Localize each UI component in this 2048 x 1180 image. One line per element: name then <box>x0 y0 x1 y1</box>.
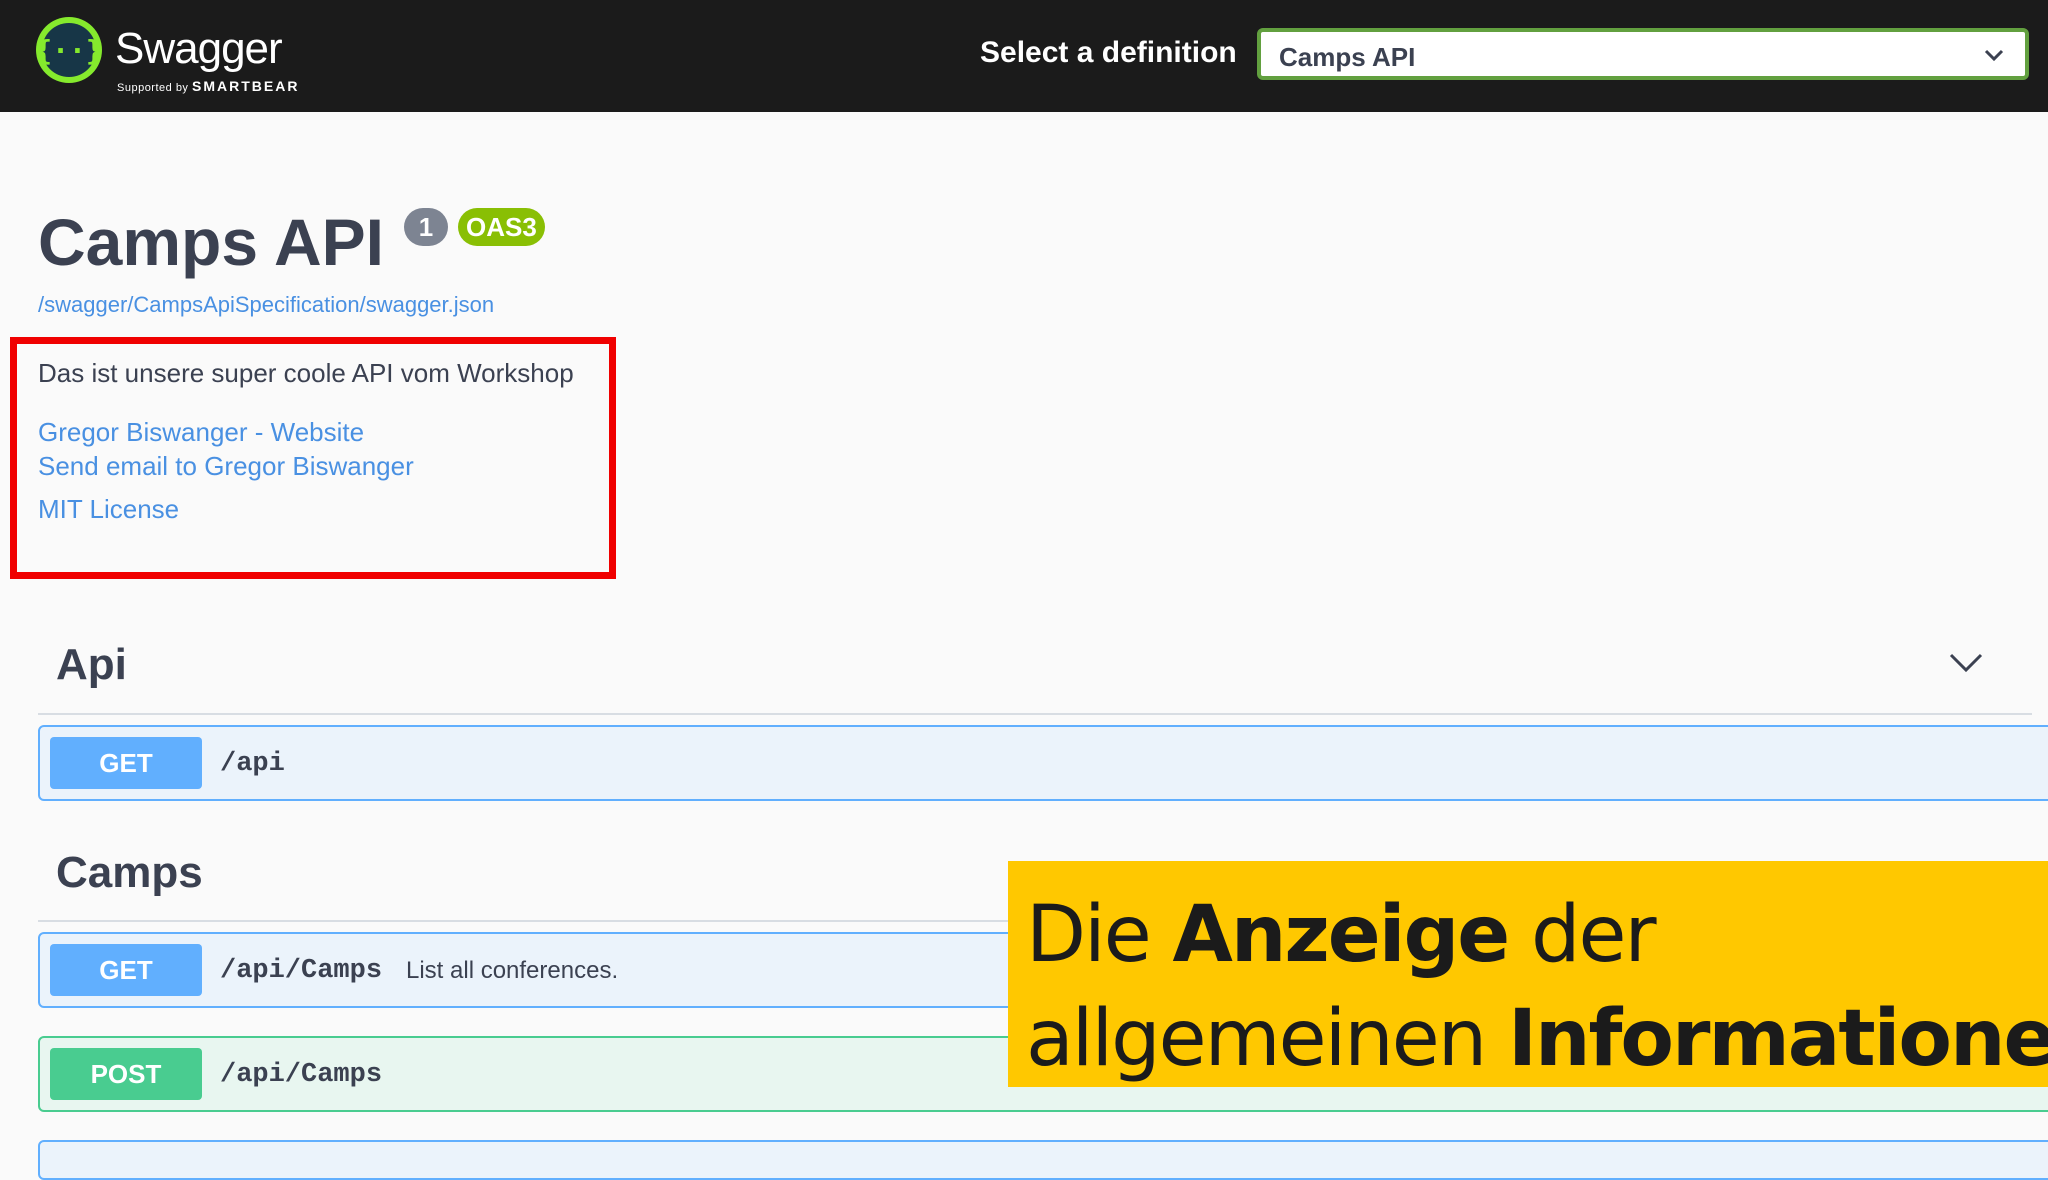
top-bar: {··} Swagger Supported by SMARTBEAR Sele… <box>0 0 2048 112</box>
brand-supporter: Supported by SMARTBEAR <box>117 78 299 94</box>
operation-path: /api <box>220 749 285 779</box>
definition-select-value: Camps API <box>1279 42 1416 72</box>
method-badge: POST <box>50 1048 202 1100</box>
operation-get-api[interactable]: GET /api <box>38 725 2048 801</box>
operation-path: /api/Camps <box>220 956 383 986</box>
tag-header-api[interactable]: Api <box>56 640 127 690</box>
chevron-down-icon <box>1984 49 2004 62</box>
email-link[interactable]: Send email to Gregor Biswanger <box>38 451 414 482</box>
caption-text: der <box>1508 890 1657 980</box>
method-badge: GET <box>50 944 202 996</box>
brand-sub-prefix: Supported by <box>117 82 189 94</box>
select-definition-label: Select a definition <box>980 36 1237 69</box>
caption-text-bold: Informationen <box>1507 994 2048 1084</box>
caption-line-2: allgemeinen Informationen <box>1026 987 2048 1091</box>
api-title: Camps API <box>38 205 384 279</box>
caption-overlay: Die Anzeige der allgemeinen Informatione… <box>1008 861 2048 1087</box>
version-badge: 1 <box>404 208 448 246</box>
operation-path: /api/Camps <box>220 1060 383 1090</box>
definition-select[interactable]: Camps API <box>1257 28 2029 80</box>
api-description: Das ist unsere super coole API vom Works… <box>38 358 574 388</box>
caption-text: allgemeinen <box>1026 994 1508 1084</box>
operation-summary: List all conferences. <box>406 957 619 984</box>
method-badge: GET <box>50 737 202 789</box>
operation-partial[interactable] <box>38 1140 2048 1180</box>
license-link[interactable]: MIT License <box>38 494 179 525</box>
caption-text: Die <box>1026 890 1173 980</box>
brand-name: Swagger <box>115 24 283 73</box>
caption-line-1: Die Anzeige der <box>1026 883 2048 987</box>
oas-badge: OAS3 <box>458 208 545 246</box>
tag-divider <box>38 713 2032 715</box>
spec-url-link[interactable]: /swagger/CampsApiSpecification/swagger.j… <box>38 292 494 318</box>
website-link[interactable]: Gregor Biswanger - Website <box>38 417 364 448</box>
swagger-logo-icon[interactable]: {··} <box>36 17 102 83</box>
brand-sub-company: SMARTBEAR <box>192 78 300 94</box>
tag-header-camps[interactable]: Camps <box>56 848 203 898</box>
svg-text:{··}: {··} <box>36 34 102 67</box>
caption-text-bold: Anzeige <box>1172 890 1511 980</box>
chevron-down-icon[interactable] <box>1948 650 1984 674</box>
